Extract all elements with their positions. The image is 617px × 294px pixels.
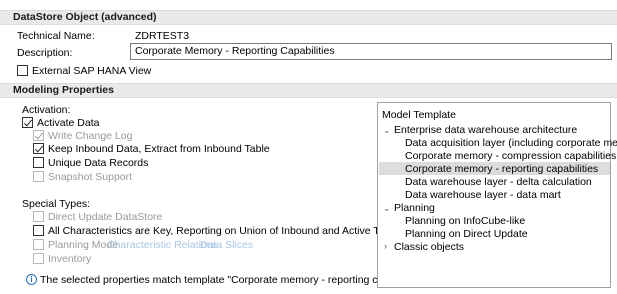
all-characteristics-key-checkbox[interactable] (33, 225, 44, 236)
inventory-checkbox[interactable] (33, 253, 44, 264)
tree-item[interactable]: Data warehouse layer - data mart (405, 189, 561, 201)
modeling-section-header: Modeling Properties (0, 83, 617, 98)
chevron-down-icon[interactable]: ⌄ (383, 203, 391, 214)
unique-records-label: Unique Data Records (48, 157, 149, 169)
direct-update-checkbox[interactable] (33, 211, 44, 222)
snapshot-support-label: Snapshot Support (48, 171, 133, 183)
technical-name-label: Technical Name: (17, 30, 95, 42)
info-icon: i (26, 274, 37, 285)
technical-name-value: ZDRTEST3 (135, 30, 190, 42)
activation-label: Activation: (22, 104, 71, 116)
tree-item[interactable]: Data warehouse layer - delta calculation (405, 176, 592, 188)
all-characteristics-key-label: All Characteristics are Key, Reporting o… (48, 225, 399, 237)
tree-group-planning[interactable]: Planning (394, 202, 435, 214)
model-template-panel: Model Template ⌄ Enterprise data warehou… (377, 102, 617, 288)
chevron-down-icon[interactable]: ⌄ (383, 125, 391, 136)
description-input[interactable]: Corporate Memory - Reporting Capabilitie… (130, 43, 612, 60)
inventory-label: Inventory (48, 253, 92, 265)
direct-update-label: Direct Update DataStore (48, 211, 163, 223)
planning-mode-checkbox[interactable] (33, 239, 44, 250)
keep-inbound-label: Keep Inbound Data, Extract from Inbound … (48, 143, 270, 155)
description-label: Description: (17, 47, 73, 59)
activate-data-label: Activate Data (37, 117, 100, 129)
keep-inbound-checkbox[interactable] (33, 143, 44, 154)
datastore-section-header: DataStore Object (advanced) (0, 10, 617, 25)
write-change-log-checkbox[interactable] (33, 130, 44, 141)
info-message: The selected properties match template "… (40, 274, 431, 286)
tree-item-selected[interactable]: Corporate memory - reporting capabilitie… (405, 163, 598, 175)
tree-item[interactable]: Data acquisition layer (including corpor… (405, 137, 617, 149)
external-hana-view-checkbox[interactable] (17, 65, 28, 76)
tree-group-classic-objects[interactable]: Classic objects (394, 241, 464, 253)
activate-data-checkbox[interactable] (22, 117, 33, 128)
snapshot-support-checkbox[interactable] (33, 171, 44, 182)
data-slices-link[interactable]: Data Slices (200, 239, 253, 251)
tree-group-enterprise-dw[interactable]: Enterprise data warehouse architecture (394, 124, 577, 136)
unique-records-checkbox[interactable] (33, 157, 44, 168)
tree-item[interactable]: Planning on InfoCube-like (405, 215, 525, 227)
tree-item[interactable]: Planning on Direct Update (405, 228, 528, 240)
tree-item[interactable]: Corporate memory - compression capabilit… (405, 150, 616, 162)
chevron-right-icon[interactable]: › (384, 241, 387, 251)
model-template-title: Model Template (382, 109, 456, 121)
external-hana-view-label: External SAP HANA View (32, 65, 152, 77)
write-change-log-label: Write Change Log (48, 130, 133, 142)
special-types-label: Special Types: (22, 198, 91, 210)
